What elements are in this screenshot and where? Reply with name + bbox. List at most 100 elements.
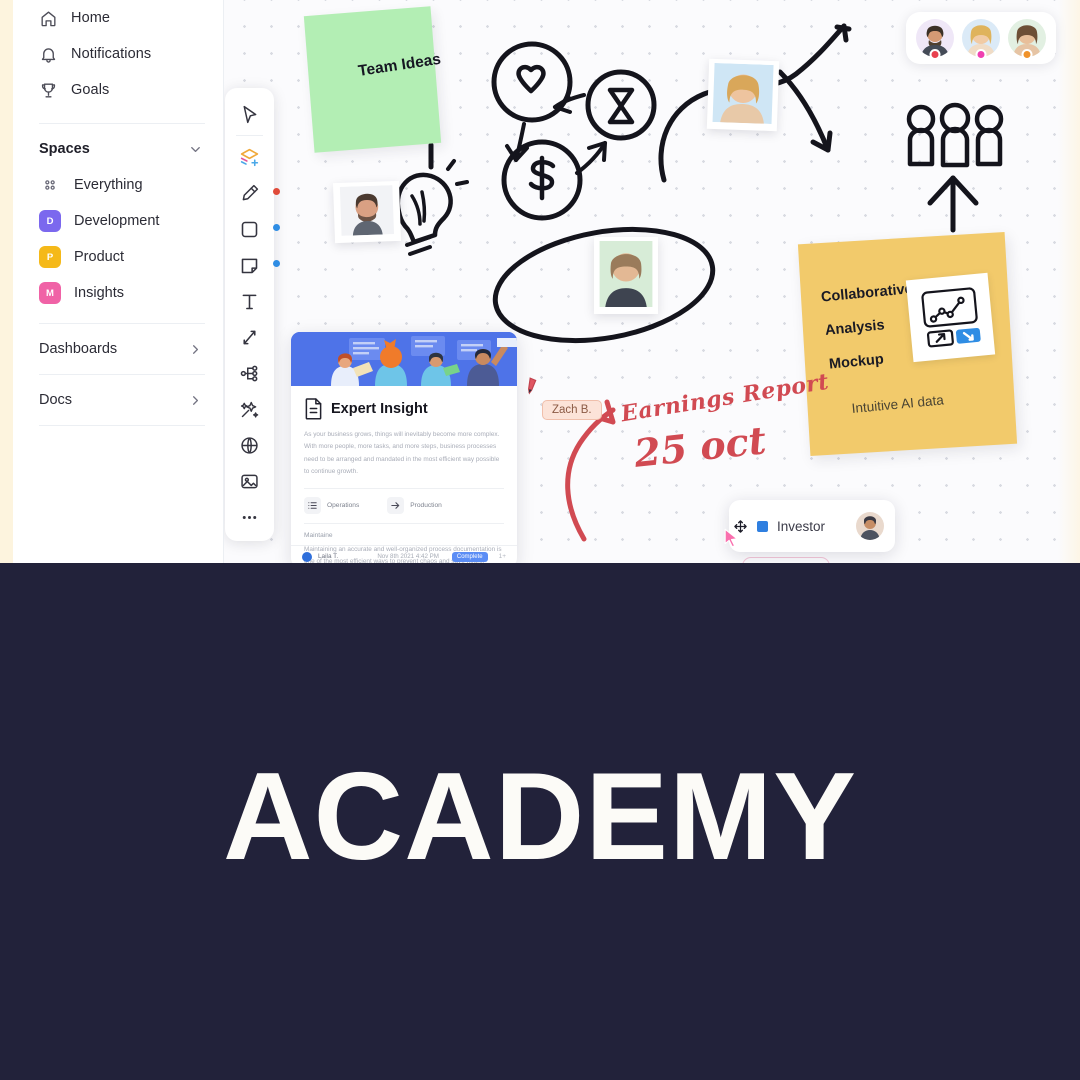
- grid-dots-icon: [39, 174, 61, 196]
- mindmap-tool[interactable]: [233, 356, 267, 390]
- collaborator-3[interactable]: [1008, 19, 1046, 60]
- trophy-icon: [39, 81, 58, 100]
- whiteboard-canvas[interactable]: Team Ideas Collaborative Analysis Mockup…: [224, 0, 1080, 563]
- sidebar-item-goals[interactable]: Goals: [13, 72, 223, 108]
- sidebar-item-everything[interactable]: Everything: [13, 167, 223, 203]
- card-chip-row: Operations Production: [304, 496, 504, 514]
- add-layer-tool[interactable]: [233, 140, 267, 174]
- avatar: [302, 551, 312, 562]
- chevron-down-icon[interactable]: [188, 142, 203, 157]
- avatar-image: [856, 512, 884, 540]
- draw-tool[interactable]: [233, 176, 280, 210]
- screenshot-root: Home Notifications Goals Spaces Everythi…: [0, 0, 1080, 1080]
- sidebar-item-product[interactable]: P Product: [13, 239, 223, 275]
- status-badge[interactable]: Complete: [451, 551, 488, 562]
- sidebar-divider-4: [39, 425, 205, 426]
- academy-band: ACADEMY: [0, 563, 1080, 1080]
- card-chip-production[interactable]: Production: [387, 496, 442, 514]
- card-more-count[interactable]: 1+: [499, 553, 506, 560]
- sidebar-item-notifications[interactable]: Notifications: [13, 36, 223, 72]
- list-icon: [304, 496, 321, 514]
- card-author: Laila T.: [318, 553, 339, 560]
- sidebar-item-development[interactable]: D Development: [13, 203, 223, 239]
- ghost-card-placeholder: [742, 557, 830, 563]
- sidebar-item-label: Home: [71, 10, 111, 26]
- task-status-square[interactable]: [757, 520, 768, 532]
- arrow-right-icon: [387, 496, 405, 514]
- sticky-line-2: Analysis: [824, 317, 886, 339]
- more-tools[interactable]: [233, 500, 267, 534]
- space-label: Product: [74, 249, 124, 265]
- sidebar: Home Notifications Goals Spaces Everythi…: [13, 0, 224, 563]
- sticky-note-collaborative-analysis[interactable]: Collaborative Analysis Mockup Intuitive …: [797, 232, 1018, 456]
- sidebar-item-docs[interactable]: Docs: [13, 382, 223, 418]
- sidebar-divider-3: [39, 374, 205, 375]
- expert-insight-card[interactable]: Expert Insight As your business grows, t…: [291, 332, 517, 563]
- text-tool[interactable]: [233, 284, 267, 318]
- connector-tool[interactable]: [233, 320, 267, 354]
- sticky-subtitle: Intuitive AI data: [851, 392, 945, 416]
- chevron-right-icon[interactable]: [188, 393, 203, 408]
- card-footer: Laila T. Nov 8th 2021 4:42 PM Complete 1…: [291, 545, 517, 563]
- canvas-photo-woman-circled[interactable]: [594, 237, 658, 314]
- link-label: Dashboards: [39, 341, 118, 357]
- select-tool[interactable]: [233, 97, 267, 131]
- canvas-photo-woman-blonde[interactable]: [706, 58, 780, 132]
- card-body: Expert Insight As your business grows, t…: [291, 386, 517, 563]
- chip-label: Operations: [327, 501, 360, 509]
- card-title-row: Expert Insight: [304, 397, 504, 420]
- chip-label: Production: [410, 501, 442, 509]
- card-chip-operations[interactable]: Operations: [304, 496, 360, 514]
- sticky-note-text: Team Ideas: [357, 50, 443, 80]
- home-icon: [39, 9, 58, 28]
- sidebar-divider-1: [39, 123, 205, 124]
- primary-nav: Home Notifications Goals: [13, 0, 223, 116]
- status-dot: [1021, 49, 1033, 60]
- ai-tool[interactable]: [233, 392, 267, 426]
- mouse-cursor: [722, 527, 741, 549]
- handwriting-title: Earnings Report: [619, 368, 831, 428]
- space-badge-product: P: [39, 246, 61, 268]
- handwriting-date: 25 oct: [632, 417, 769, 476]
- space-badge-development: D: [39, 210, 61, 232]
- user-tag-zach[interactable]: Zach B.: [542, 400, 602, 420]
- image-tool[interactable]: [233, 464, 267, 498]
- sidebar-item-dashboards[interactable]: Dashboards: [13, 331, 223, 367]
- left-edge-strip: [0, 0, 13, 563]
- sidebar-item-label: Notifications: [71, 46, 152, 62]
- investor-task-card[interactable]: Investor: [729, 500, 895, 552]
- avatar[interactable]: [856, 512, 884, 540]
- canvas-toolbar: [225, 88, 280, 541]
- card-paragraph: As your business grows, things will inev…: [304, 431, 500, 476]
- avatar: [339, 185, 395, 236]
- space-label: Development: [74, 213, 160, 229]
- status-dot: [975, 49, 987, 60]
- sticky-note-tool[interactable]: [233, 248, 280, 282]
- academy-title: ACADEMY: [223, 747, 857, 886]
- canvas-photo-man[interactable]: [332, 180, 402, 244]
- web-embed-tool[interactable]: [233, 428, 267, 462]
- bell-icon: [39, 45, 58, 64]
- sticky-note-team-ideas[interactable]: Team Ideas: [303, 6, 443, 153]
- card-hero-illustration: [291, 332, 517, 386]
- team-illustration: [291, 332, 517, 386]
- chevron-right-icon[interactable]: [188, 342, 203, 357]
- sidebar-divider-2: [39, 323, 205, 324]
- sticky-line-3: Mockup: [828, 351, 885, 373]
- collaborator-1[interactable]: [916, 19, 954, 60]
- space-badge-insights: M: [39, 282, 61, 304]
- sidebar-item-home[interactable]: Home: [13, 0, 223, 36]
- card-divider-2: [304, 522, 504, 524]
- space-label: Everything: [74, 177, 143, 193]
- spaces-section-header[interactable]: Spaces: [13, 131, 223, 167]
- app-region: Home Notifications Goals Spaces Everythi…: [0, 0, 1080, 563]
- sticky-note-status-dot: [272, 260, 280, 267]
- line-chart-card-icon[interactable]: [905, 272, 996, 363]
- shape-tool[interactable]: [233, 212, 280, 246]
- card-divider: [304, 487, 504, 489]
- pencil-cursor-icon: [527, 375, 546, 397]
- investor-label: Investor: [777, 518, 826, 534]
- collaborator-2[interactable]: [962, 19, 1000, 60]
- status-dot: [929, 49, 941, 60]
- sidebar-item-insights[interactable]: M Insights: [13, 275, 223, 311]
